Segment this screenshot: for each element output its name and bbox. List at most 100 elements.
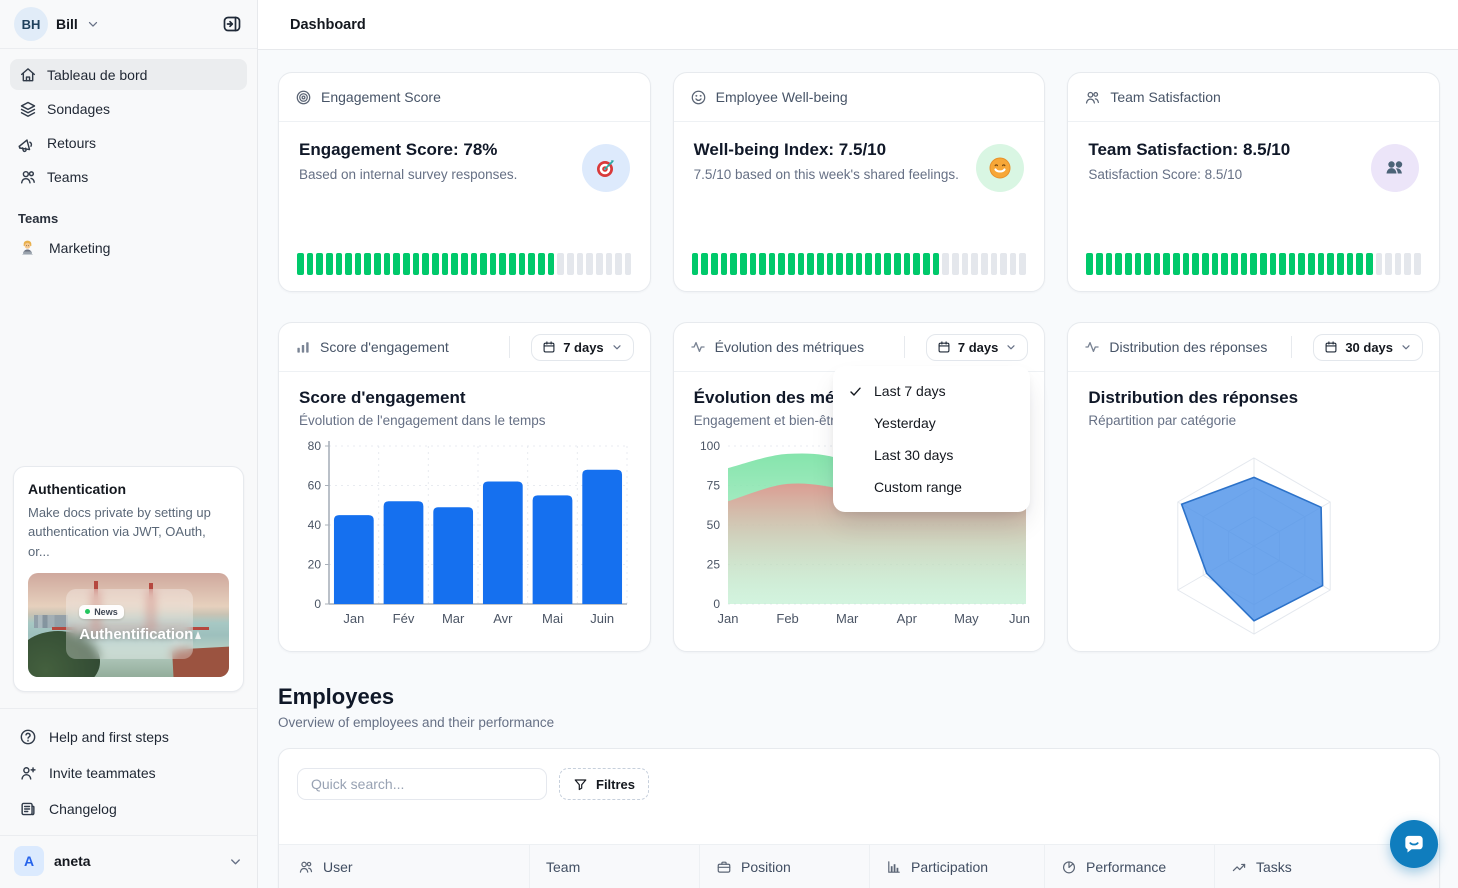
employees-title: Employees [278,684,1440,710]
activity-icon [690,339,706,355]
sidebar-item-tableau-de-bord[interactable]: Tableau de bord [10,59,247,90]
menu-item-last-7-days[interactable]: Last 7 days [833,375,1030,407]
divider [904,336,905,358]
menu-item-yesterday[interactable]: Yesterday [833,407,1030,439]
column-header-position[interactable]: Position [699,845,869,888]
stat-body: Well-being Index: 7.5/10 7.5/10 based on… [674,122,1045,192]
panel-collapse-icon [221,13,243,35]
svg-text:Juin: Juin [590,611,614,626]
smiling-face-emoji [976,144,1024,192]
chart-subtitle: Évolution de l'engagement dans le temps [299,413,630,428]
svg-text:0: 0 [314,597,321,611]
stat-title: Engagement Score: 78% [299,140,582,160]
chart-subtitle: Répartition par catégorie [1088,413,1419,428]
column-header-performance[interactable]: Performance [1044,845,1214,888]
bar-chart: 020406080JanFévMarAvrMaiJuin [299,436,630,651]
search-input[interactable] [297,768,547,800]
promo-description: Make docs private by setting up authenti… [28,503,229,562]
target-icon [295,89,312,106]
filters-button[interactable]: Filtres [559,768,649,800]
promo-title: Authentication [28,481,229,497]
menu-item-custom-range[interactable]: Custom range [833,471,1030,503]
news-dot-icon [85,609,90,614]
svg-text:Fév: Fév [393,611,415,626]
top-bar: Dashboard [258,0,1458,50]
progress-sparkline [297,253,632,275]
stat-body: Engagement Score: 78% Based on internal … [279,122,650,192]
date-range-button[interactable]: 7 days [926,334,1028,361]
workspace-name[interactable]: Bill [56,16,78,32]
chat-widget-button[interactable] [1390,820,1438,868]
svg-text:Jan: Jan [717,611,738,626]
promo-overlay-title: Authentification [79,626,193,643]
workspace-avatar[interactable]: BH [14,7,48,41]
calendar-icon [542,340,556,354]
column-header-participation[interactable]: Participation [869,845,1044,888]
workspace-switcher[interactable]: BH Bill [0,0,257,49]
trend-up-icon [1231,859,1247,875]
page-title: Dashboard [290,17,366,33]
help-circle-icon [18,728,37,747]
news-badge: News [79,605,124,619]
divider [1291,336,1292,358]
account-menu[interactable]: A aneta [0,835,257,888]
radar-chart [1088,436,1419,651]
card-header-label: Team Satisfaction [1110,89,1221,105]
sidebar-item-retours[interactable]: Retours [10,127,247,158]
sidebar-item-label: Teams [47,169,88,185]
svg-text:40: 40 [308,518,322,532]
svg-text:25: 25 [706,558,720,572]
sidebar-item-label: Sondages [47,101,110,117]
sidebar-footer: Help and first steps Invite teammates Ch… [0,708,257,827]
svg-text:0: 0 [713,597,720,611]
users-icon [18,167,37,186]
home-icon [18,65,37,84]
bar-chart-icon [886,859,902,875]
check-icon [848,384,874,399]
card-header: Engagement Score [279,73,650,122]
svg-text:75: 75 [706,479,720,493]
date-range-button[interactable]: 7 days [531,334,633,361]
chevron-down-icon [228,854,243,869]
sidebar-item-sondages[interactable]: Sondages [10,93,247,124]
users-icon [298,859,314,875]
stat-title: Team Satisfaction: 8.5/10 [1088,140,1371,160]
sidebar-item-marketing[interactable]: Marketing [0,232,257,264]
chevron-down-icon [611,341,623,353]
collapse-sidebar-button[interactable] [219,11,245,37]
chart-title: Distribution des réponses [1088,388,1419,408]
painting-sailboat [195,631,201,639]
chart-body: Distribution des réponses Répartition pa… [1068,372,1439,651]
card-header: Distribution des réponses 30 days [1068,323,1439,372]
promo-image: News Authentification [28,573,229,677]
sidebar-item-help[interactable]: Help and first steps [10,719,247,755]
chevron-down-icon [86,17,100,31]
chevron-down-icon [1005,341,1017,353]
employees-table-card: Filtres User Team Position [278,748,1440,888]
calendar-icon [937,340,951,354]
table-header-row: User Team Position Participation [279,844,1439,888]
card-header: Employee Well-being [674,73,1045,122]
promo-card-authentication[interactable]: Authentication Make docs private by sett… [13,466,244,693]
card-employee-wellbeing: Employee Well-being Well-being Index: 7.… [673,72,1046,292]
menu-item-last-30-days[interactable]: Last 30 days [833,439,1030,471]
users-icon [1084,89,1101,106]
svg-text:50: 50 [706,518,720,532]
sidebar-item-changelog[interactable]: Changelog [10,791,247,827]
column-header-team[interactable]: Team [529,845,699,888]
svg-text:60: 60 [308,479,322,493]
layers-icon [18,99,37,118]
chart-body: Score d'engagement Évolution de l'engage… [279,372,650,651]
chevron-down-icon [1400,341,1412,353]
sidebar-item-invite[interactable]: Invite teammates [10,755,247,791]
stat-cards-row: Engagement Score Engagement Score: 78% B… [278,72,1440,292]
card-team-satisfaction: Team Satisfaction Team Satisfaction: 8.5… [1067,72,1440,292]
user-plus-icon [18,764,37,783]
column-header-user[interactable]: User [279,845,529,888]
stat-body: Team Satisfaction: 8.5/10 Satisfaction S… [1068,122,1439,192]
sidebar-item-teams[interactable]: Teams [10,161,247,192]
card-header-label: Distribution des réponses [1109,339,1267,355]
date-range-button[interactable]: 30 days [1313,334,1423,361]
svg-text:100: 100 [700,439,720,453]
smile-icon [690,89,707,106]
